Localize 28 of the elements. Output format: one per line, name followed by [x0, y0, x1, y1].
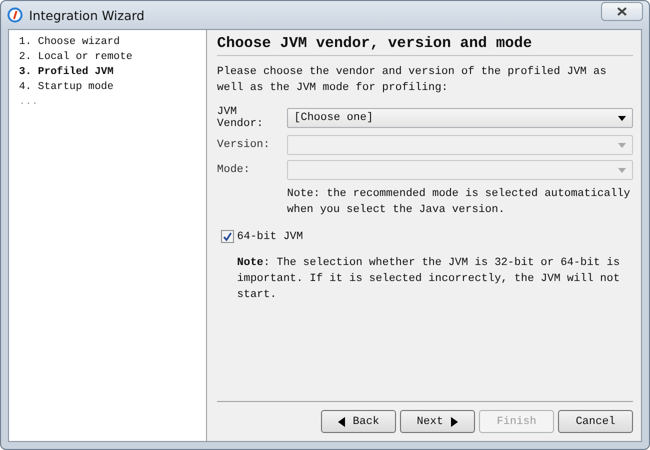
mode-note: Note: the recommended mode is selected automatically when you select the Java version.	[287, 187, 632, 218]
window-title: Integration Wizard	[29, 8, 146, 22]
step-item: 3. Profiled JVM	[19, 66, 115, 78]
step-item: 2. Local or remote	[19, 51, 134, 63]
wizard-button[interactable]: Cancel	[558, 410, 633, 433]
page-heading: Choose JVM vendor, version and mode	[217, 34, 633, 56]
dropdown-arrow-icon	[618, 142, 626, 148]
right-triangle-icon	[451, 416, 458, 426]
field-label: Mode:	[217, 164, 252, 176]
field-label: Version:	[217, 139, 271, 151]
wizard-button[interactable]: Back	[321, 410, 396, 433]
field-label: JVM Vendor:	[217, 106, 264, 130]
wizard-button[interactable]: Next	[400, 410, 475, 433]
close-icon	[617, 6, 627, 16]
step-item: 4. Startup mode	[19, 81, 115, 93]
bitness-note: Note: The selection whether the JVM is 32-bit or 64-bit is important. If it is selected incorrectly, the JVM will not start.	[237, 256, 621, 303]
more-steps: ...	[19, 96, 196, 108]
dropdown-arrow-icon	[618, 168, 626, 172]
checkbox[interactable]	[221, 230, 234, 243]
checkbox-label: 64-bit JVM	[237, 230, 304, 242]
check-icon	[223, 232, 232, 241]
dropdown-arrow-icon	[618, 116, 626, 120]
close-button[interactable]	[601, 2, 643, 20]
dropdown[interactable]: [Choose one]	[287, 108, 633, 128]
step-item: 1. Choose wizard	[19, 36, 121, 48]
intro-text: Please choose the vendor and version of the profiled JVM as well as the JVM mode for profiling:	[217, 65, 608, 96]
app-icon	[7, 7, 23, 23]
left-triangle-icon	[338, 416, 345, 426]
